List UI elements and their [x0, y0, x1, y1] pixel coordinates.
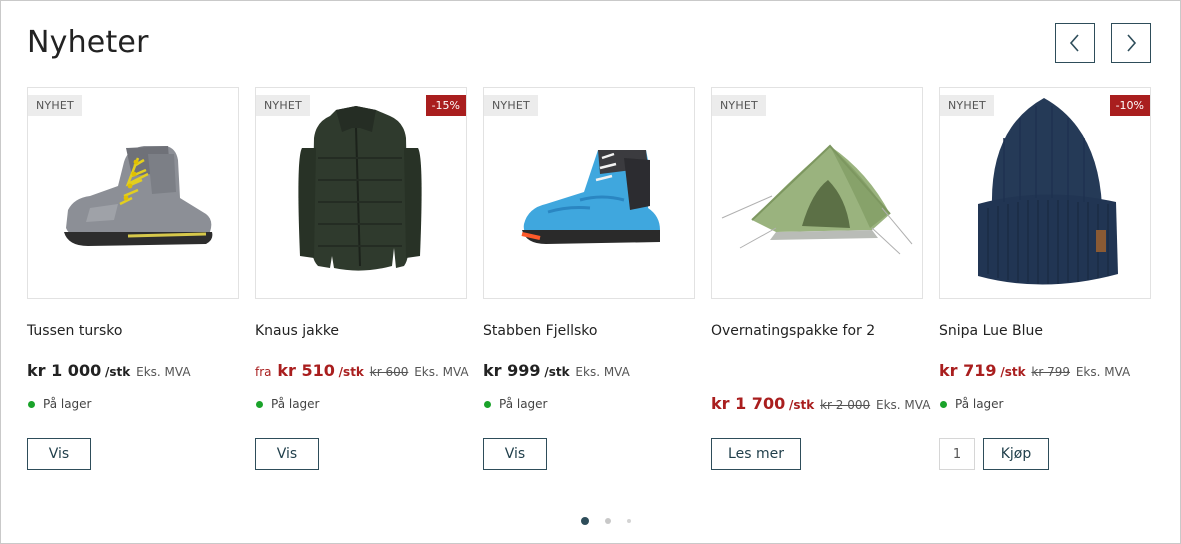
price-row: fra kr 510 /stk kr 600 Eks. MVA — [255, 361, 469, 380]
old-price: kr 799 — [1031, 365, 1071, 379]
jacket-image — [298, 106, 422, 271]
in-stock-dot-icon — [256, 400, 263, 408]
price: kr 999 — [483, 361, 541, 380]
view-button[interactable]: Vis — [27, 438, 91, 470]
product-card-knaus-jakke: NYHET -15% Knaus jakke fra kr 510 /stk k… — [255, 87, 469, 470]
price-unit: /stk — [1000, 365, 1026, 379]
product-name[interactable]: Overnatingspakke for 2 — [711, 323, 875, 339]
product-image-link[interactable]: NYHET — [483, 87, 695, 299]
in-stock-dot-icon — [28, 400, 35, 408]
section-title: Nyheter — [27, 25, 149, 60]
chevron-left-icon — [1069, 34, 1079, 52]
from-label: fra — [255, 365, 272, 379]
vat-note: Eks. MVA — [1075, 365, 1131, 379]
vat-note: Eks. MVA — [414, 365, 469, 379]
product-name[interactable]: Tussen tursko — [27, 323, 122, 339]
price-row: kr 1 700 /stk kr 2 000 Eks. MVA — [711, 394, 930, 413]
price: kr 1 700 — [711, 394, 786, 413]
vat-note: Eks. MVA — [575, 365, 630, 379]
price-unit: /stk — [544, 365, 570, 379]
price-row: kr 719 /stk kr 799 Eks. MVA — [939, 361, 1130, 380]
stock-label: På lager — [499, 397, 548, 411]
product-card-overnatingspakke: NYHET Overnatingspakke for 2 kr 1 700 /s… — [711, 87, 930, 470]
in-stock-dot-icon — [484, 400, 491, 408]
stock-status: På lager — [939, 397, 1004, 411]
pagination-dot-3[interactable] — [627, 519, 631, 523]
product-image-link[interactable]: NYHET -10% — [939, 87, 1151, 299]
tent-image — [721, 144, 913, 255]
price-unit: /stk — [338, 365, 364, 379]
price: kr 719 — [939, 361, 997, 380]
product-carousel: Nyheter NYHET Tussen tursko kr 1 000 /st… — [0, 0, 1181, 544]
pagination-dot-2[interactable] — [605, 518, 611, 524]
product-name[interactable]: Knaus jakke — [255, 323, 339, 339]
new-badge: NYHET — [256, 95, 310, 116]
price: kr 1 000 — [27, 361, 102, 380]
stock-label: På lager — [271, 397, 320, 411]
discount-badge: -10% — [1109, 95, 1150, 116]
price: kr 510 — [277, 361, 335, 380]
beanie-image — [978, 98, 1118, 285]
vat-note: Eks. MVA — [136, 365, 191, 379]
pagination-dot-1[interactable] — [581, 517, 589, 525]
new-badge: NYHET — [28, 95, 82, 116]
product-card-stabben-fjellsko: NYHET Stabben Fjellsko kr 999 /stk Eks. … — [483, 87, 695, 470]
carousel-pagination — [581, 517, 647, 525]
hiking-boot-image — [64, 146, 213, 246]
stock-status: På lager — [255, 397, 320, 411]
product-name[interactable]: Snipa Lue Blue — [939, 323, 1043, 339]
price-unit: /stk — [105, 365, 131, 379]
new-badge: NYHET — [940, 95, 994, 116]
price-row: kr 1 000 /stk Eks. MVA — [27, 361, 191, 380]
product-image-link[interactable]: NYHET — [27, 87, 239, 299]
stock-status: På lager — [27, 397, 92, 411]
product-card-snipa-lue: NYHET -10% Snipa Lue Blue kr 719 /stk kr… — [939, 87, 1151, 470]
read-more-button[interactable]: Les mer — [711, 438, 801, 470]
in-stock-dot-icon — [940, 400, 947, 408]
old-price: kr 600 — [369, 365, 409, 379]
carousel-prev-button[interactable] — [1055, 23, 1095, 63]
carousel-next-button[interactable] — [1111, 23, 1151, 63]
quantity-input[interactable] — [939, 438, 975, 470]
discount-badge: -15% — [425, 95, 466, 116]
vat-note: Eks. MVA — [876, 398, 931, 412]
view-button[interactable]: Vis — [255, 438, 319, 470]
chevron-right-icon — [1127, 34, 1137, 52]
new-badge: NYHET — [484, 95, 538, 116]
product-card-tussen-tursko: NYHET Tussen tursko kr 1 000 /stk Eks. M… — [27, 87, 239, 470]
product-image-link[interactable]: NYHET -15% — [255, 87, 467, 299]
buy-button[interactable]: Kjøp — [983, 438, 1049, 470]
view-button[interactable]: Vis — [483, 438, 547, 470]
old-price: kr 2 000 — [820, 398, 871, 412]
product-name[interactable]: Stabben Fjellsko — [483, 323, 597, 339]
stock-label: På lager — [43, 397, 92, 411]
mountain-boot-image — [521, 150, 660, 244]
price-row: kr 999 /stk Eks. MVA — [483, 361, 630, 380]
price-unit: /stk — [789, 398, 815, 412]
stock-status: På lager — [483, 397, 548, 411]
new-badge: NYHET — [712, 95, 766, 116]
product-image-link[interactable]: NYHET — [711, 87, 923, 299]
stock-label: På lager — [955, 397, 1004, 411]
